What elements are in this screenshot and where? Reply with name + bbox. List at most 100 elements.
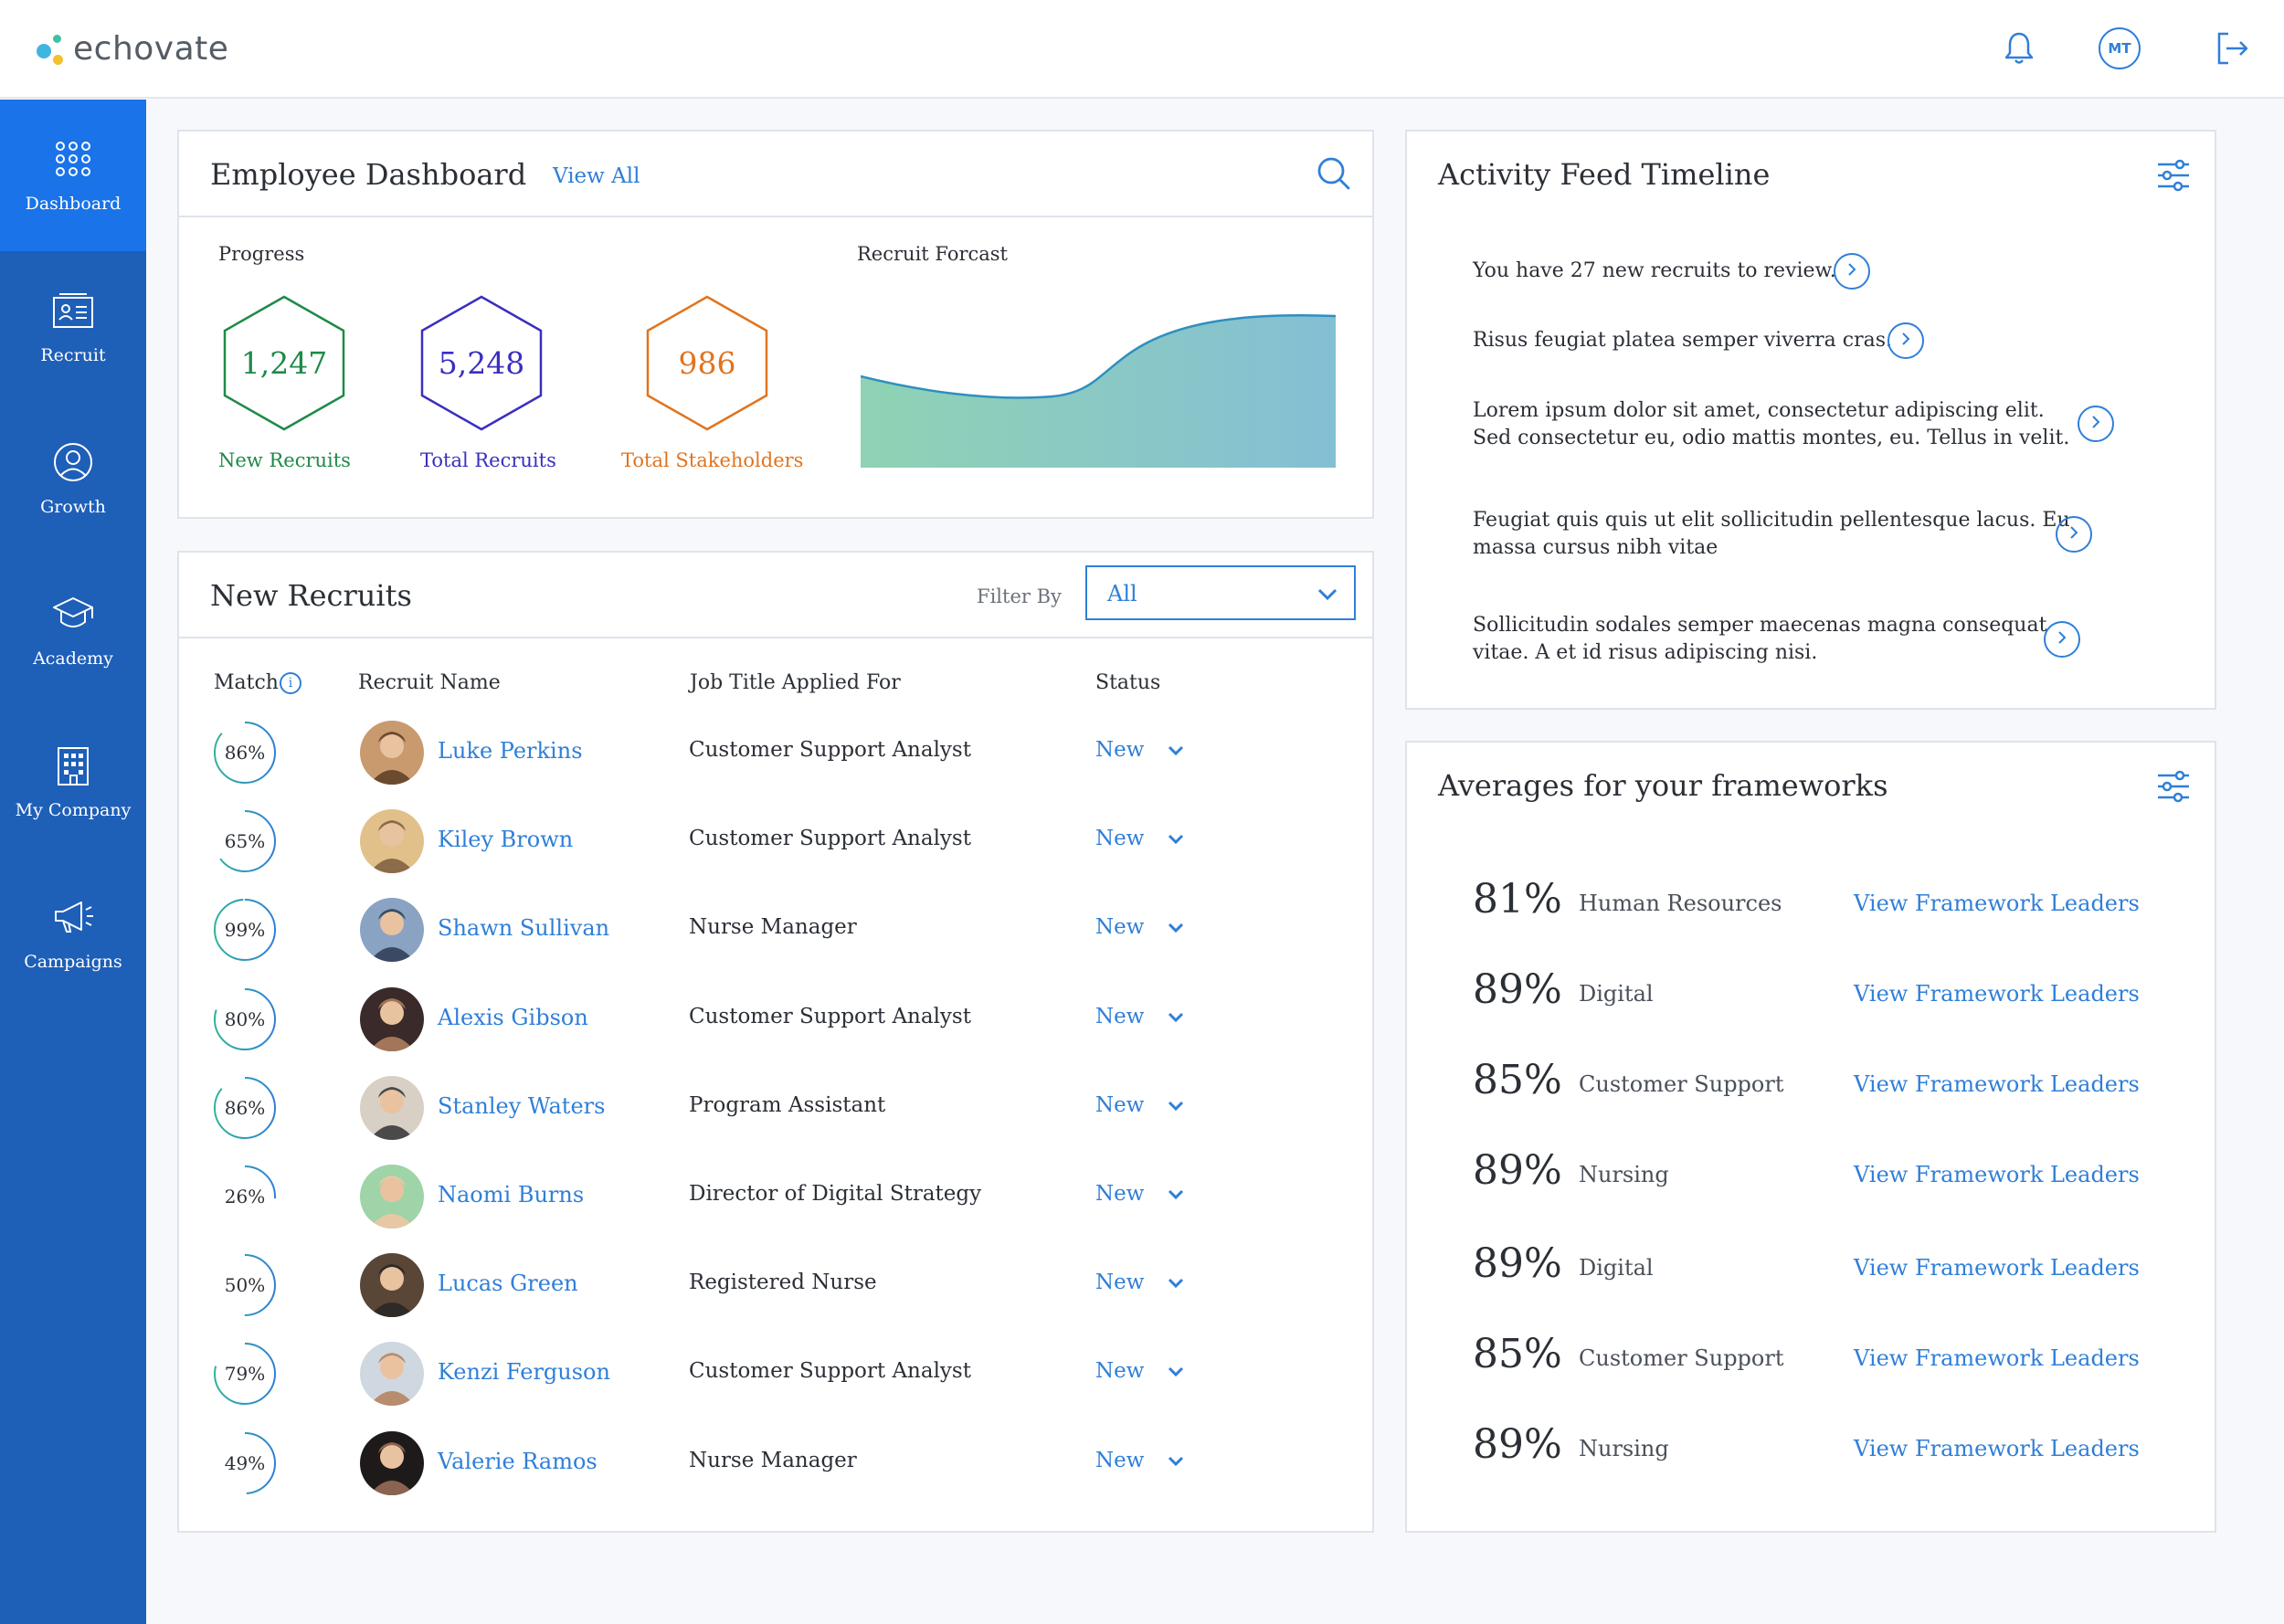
recruit-avatar[interactable]: [360, 1253, 424, 1318]
status-value: New: [1095, 827, 1145, 851]
job-title: Nurse Manager: [689, 1448, 857, 1472]
recruit-name-link[interactable]: Valerie Ramos: [438, 1449, 597, 1474]
sidebar-item-recruit[interactable]: Recruit: [0, 251, 146, 403]
table-row: 86% Stanley Waters Program Assistant New: [179, 1064, 1358, 1153]
status-dropdown[interactable]: New: [1095, 1005, 1184, 1028]
framework-row: 81% Human Resources View Framework Leade…: [1473, 870, 2167, 925]
framework-averages-card: Averages for your frameworks: [1405, 741, 2216, 1533]
stat-value: 5,248: [438, 344, 525, 381]
match-percent: 49%: [224, 1451, 266, 1474]
notification-bell-icon[interactable]: [1996, 26, 2042, 71]
filter-select[interactable]: All: [1085, 565, 1356, 620]
activity-open-button[interactable]: [2044, 621, 2080, 658]
logout-icon[interactable]: [2209, 26, 2255, 71]
recruit-avatar[interactable]: [360, 1430, 424, 1495]
filter-sliders-icon[interactable]: [2156, 770, 2191, 807]
recruit-name-link[interactable]: Naomi Burns: [438, 1182, 584, 1207]
framework-percent: 85%: [1473, 1057, 1562, 1103]
job-title: Customer Support Analyst: [689, 827, 971, 851]
stat-new-recruits-hexagon: 1,247: [220, 294, 348, 431]
recruit-name-link[interactable]: Kiley Brown: [438, 827, 573, 852]
card-title: New Recruits: [210, 578, 412, 613]
job-title: Director of Digital Strategy: [689, 1182, 982, 1206]
chevron-down-icon: [1168, 738, 1184, 762]
chevron-down-icon: [1317, 587, 1338, 605]
framework-row: 89% Digital View Framework Leaders: [1473, 961, 2167, 1016]
sidebar-item-my-company[interactable]: My Company: [0, 706, 146, 858]
recruit-avatar[interactable]: [360, 721, 424, 785]
activity-open-button[interactable]: [2056, 516, 2092, 553]
recruit-avatar[interactable]: [360, 1075, 424, 1140]
view-framework-leaders-link[interactable]: View Framework Leaders: [1854, 1071, 2140, 1097]
match-score-ring: 26%: [212, 1164, 278, 1229]
recruit-avatar[interactable]: [360, 1165, 424, 1229]
user-icon: [51, 440, 95, 484]
framework-percent: 89%: [1473, 1147, 1562, 1194]
activity-open-button[interactable]: [1887, 322, 1924, 359]
view-framework-leaders-link[interactable]: View Framework Leaders: [1854, 891, 2140, 916]
recruit-avatar[interactable]: [360, 898, 424, 963]
stat-label: New Recruits: [218, 449, 351, 471]
framework-percent: 89%: [1473, 1421, 1562, 1468]
status-dropdown[interactable]: New: [1095, 738, 1184, 762]
user-avatar[interactable]: MT: [2097, 26, 2142, 71]
framework-row: 85% Customer Support View Framework Lead…: [1473, 1325, 2167, 1380]
view-framework-leaders-link[interactable]: View Framework Leaders: [1854, 981, 2140, 1007]
sidebar-item-growth[interactable]: Growth: [0, 403, 146, 554]
status-dropdown[interactable]: New: [1095, 1359, 1184, 1383]
activity-open-button[interactable]: [1834, 253, 1870, 290]
table-row: 49% Valerie Ramos Nurse Manager New: [179, 1419, 1358, 1508]
recruit-avatar[interactable]: [360, 986, 424, 1051]
filter-sliders-icon[interactable]: [2156, 159, 2191, 195]
status-dropdown[interactable]: New: [1095, 827, 1184, 850]
stat-label: Total Recruits: [420, 449, 556, 471]
recruit-name-link[interactable]: Shawn Sullivan: [438, 915, 609, 941]
megaphone-icon: [51, 895, 95, 939]
column-header-match: Match: [214, 671, 279, 694]
match-score-ring: 86%: [212, 1075, 278, 1141]
sidebar-item-label: Campaigns: [24, 952, 122, 972]
app-logo[interactable]: echovate: [35, 26, 228, 71]
sidebar-item-dashboard[interactable]: Dashboard: [0, 100, 146, 251]
status-value: New: [1095, 1448, 1145, 1472]
activity-open-button[interactable]: [2078, 406, 2114, 442]
card-title: Activity Feed Timeline: [1438, 157, 1771, 192]
search-icon[interactable]: [1316, 155, 1352, 195]
view-all-link[interactable]: View All: [553, 164, 640, 188]
chevron-right-icon: [1846, 262, 1857, 280]
forecast-title: Recruit Forcast: [857, 243, 1008, 265]
match-score-ring: 65%: [212, 808, 278, 874]
view-framework-leaders-link[interactable]: View Framework Leaders: [1854, 1162, 2140, 1187]
column-header-job-title: Job Title Applied For: [690, 671, 901, 694]
status-dropdown[interactable]: New: [1095, 1093, 1184, 1117]
view-framework-leaders-link[interactable]: View Framework Leaders: [1854, 1345, 2140, 1371]
sidebar-item-label: Recruit: [40, 345, 106, 365]
recruit-name-link[interactable]: Lucas Green: [438, 1271, 578, 1296]
sidebar-item-campaigns[interactable]: Campaigns: [0, 858, 146, 1009]
recruit-avatar[interactable]: [360, 809, 424, 874]
recruit-forecast-chart: [861, 313, 1336, 468]
table-row: 26% Naomi Burns Director of Digital Strate…: [179, 1153, 1358, 1241]
match-score-ring: 86%: [212, 720, 278, 786]
match-percent: 79%: [224, 1363, 266, 1386]
activity-feed-item: Sollicitudin sodales semper maecenas mag…: [1473, 614, 2047, 664]
view-framework-leaders-link[interactable]: View Framework Leaders: [1854, 1255, 2140, 1281]
recruit-avatar[interactable]: [360, 1342, 424, 1407]
match-score-ring: 50%: [212, 1252, 278, 1318]
match-score-ring: 99%: [212, 897, 278, 963]
recruit-name-link[interactable]: Alexis Gibson: [438, 1005, 588, 1030]
status-dropdown[interactable]: New: [1095, 1449, 1184, 1472]
recruit-name-link[interactable]: Kenzi Ferguson: [438, 1359, 610, 1385]
info-icon[interactable]: i: [280, 672, 301, 694]
chevron-right-icon: [2068, 525, 2079, 543]
status-dropdown[interactable]: New: [1095, 915, 1184, 939]
logo-mark: [35, 26, 71, 71]
recruit-name-link[interactable]: Stanley Waters: [438, 1093, 605, 1119]
view-framework-leaders-link[interactable]: View Framework Leaders: [1854, 1436, 2140, 1461]
status-dropdown[interactable]: New: [1095, 1182, 1184, 1206]
filter-value: All: [1107, 581, 1137, 606]
status-dropdown[interactable]: New: [1095, 1271, 1184, 1294]
sidebar-item-academy[interactable]: Academy: [0, 554, 146, 706]
recruit-name-link[interactable]: Luke Perkins: [438, 738, 583, 764]
logo-text: echovate: [73, 29, 229, 68]
